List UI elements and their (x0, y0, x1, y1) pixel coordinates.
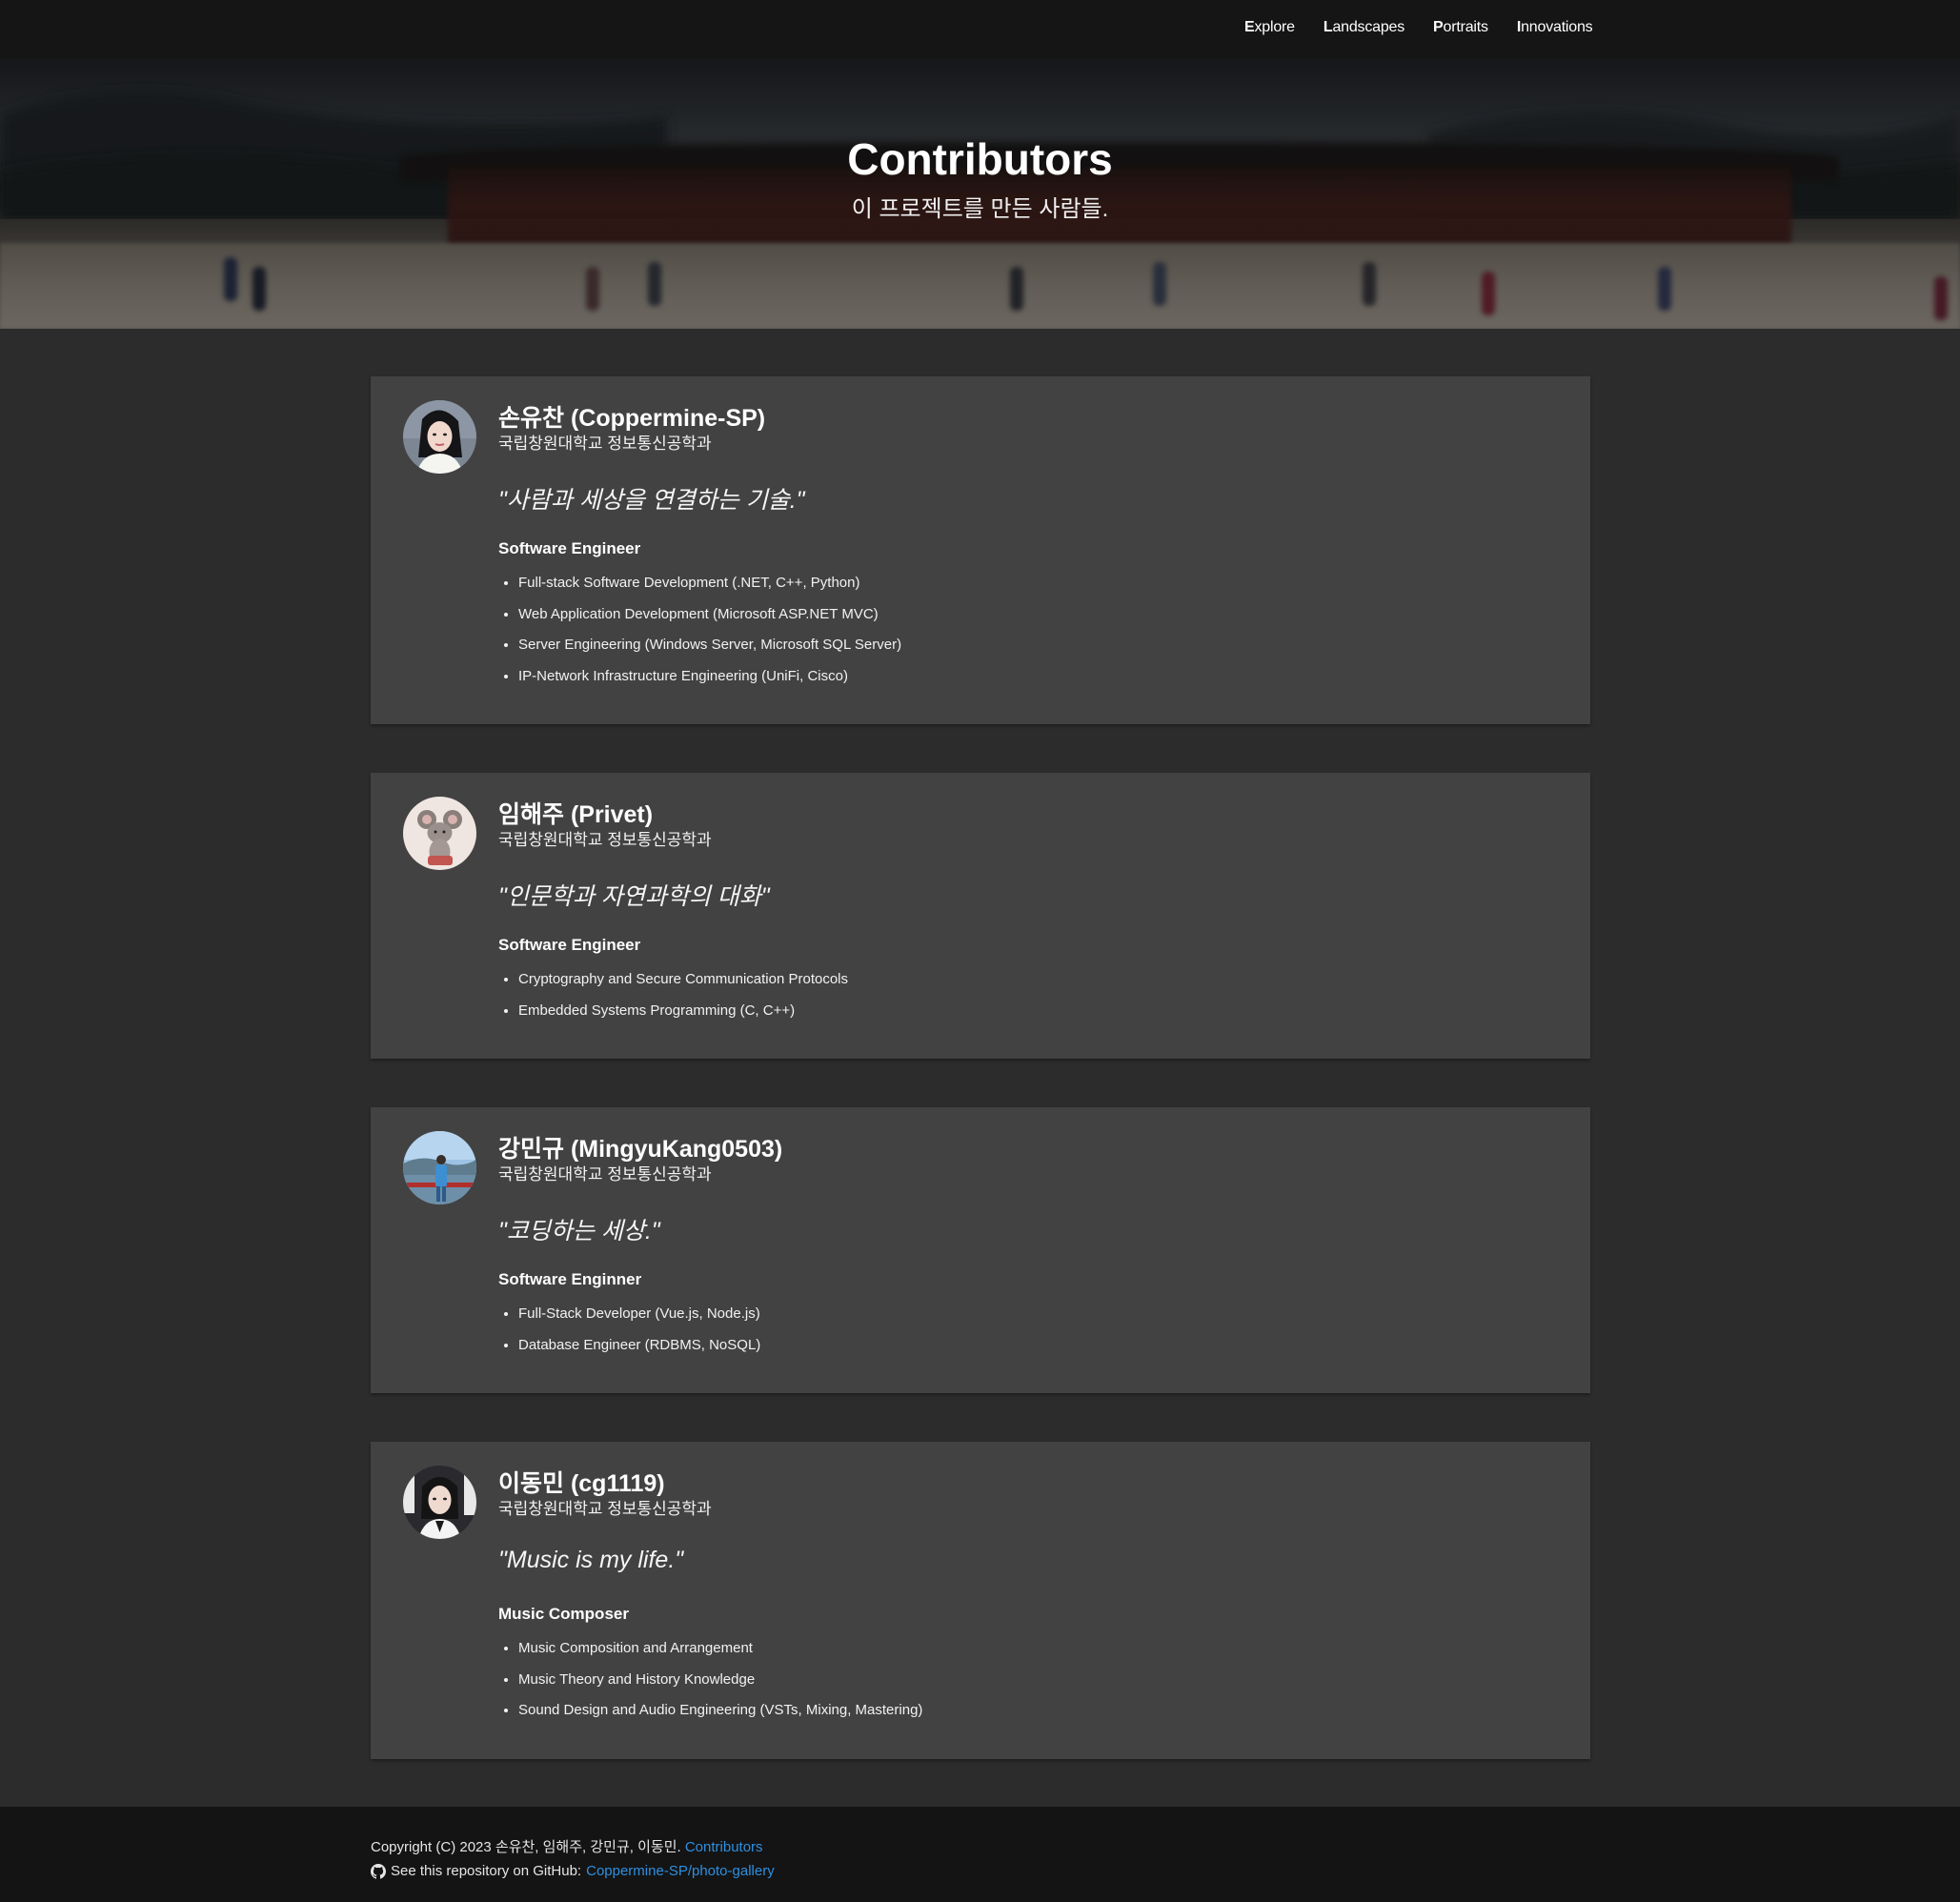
contributor-name: 손유찬 (Coppermine-SP) (498, 405, 766, 432)
footer: Copyright (C) 2023 손유찬, 임해주, 강민규, 이동민. C… (0, 1807, 1960, 1902)
avatar (403, 797, 476, 870)
avatar (403, 1466, 476, 1539)
contributor-card: 강민규 (MingyuKang0503) 국립창원대학교 정보통신공학과 "코딩… (371, 1107, 1590, 1393)
page-title: Contributors (847, 134, 1113, 184)
contributor-school: 국립창원대학교 정보통신공학과 (498, 435, 712, 453)
contributor-card: 손유찬 (Coppermine-SP) 국립창원대학교 정보통신공학과 "사람과… (371, 376, 1590, 724)
copyright-text: Copyright (C) 2023 손유찬, 임해주, 강민규, 이동민. (371, 1839, 681, 1855)
nav-portraits[interactable]: Portraits (1433, 19, 1488, 36)
contributor-name: 임해주 (Privet) (498, 801, 654, 828)
skill-item: Sound Design and Audio Engineering (VSTs… (518, 1702, 922, 1733)
footer-contributors-link[interactable]: Contributors (685, 1839, 763, 1855)
contributor-school: 국립창원대학교 정보통신공학과 (498, 1165, 712, 1184)
top-navbar: Explore Landscapes Portraits Innovations (0, 0, 1960, 59)
contributor-quote: "인문학과 자연과학의 대화" (498, 883, 770, 910)
skill-item: Database Engineer (RDBMS, NoSQL) (518, 1337, 760, 1368)
nav-innovations[interactable]: Innovations (1517, 19, 1593, 36)
contributor-role: Software Engineer (498, 936, 641, 954)
nav-landscapes[interactable]: Landscapes (1324, 19, 1404, 36)
contributor-role: Software Enginner (498, 1270, 642, 1288)
skill-list: Music Composition and Arrangement Music … (498, 1640, 922, 1733)
contributor-role: Music Composer (498, 1605, 629, 1623)
avatar (403, 1131, 476, 1204)
contributor-card: 이동민 (cg1119) 국립창원대학교 정보통신공학과 "Music is m… (371, 1442, 1590, 1759)
skill-list: Cryptography and Secure Communication Pr… (498, 971, 848, 1033)
skill-item: Server Engineering (Windows Server, Micr… (518, 637, 901, 668)
skill-item: Full-stack Software Development (.NET, C… (518, 575, 901, 606)
page-subtitle: 이 프로젝트를 만든 사람들. (851, 196, 1109, 222)
nav-explore[interactable]: Explore (1244, 19, 1295, 36)
github-icon (371, 1863, 386, 1879)
contributor-school: 국립창원대학교 정보통신공학과 (498, 831, 712, 849)
skill-item: Music Theory and History Knowledge (518, 1671, 922, 1703)
contributor-name: 강민규 (MingyuKang0503) (498, 1136, 783, 1163)
contributor-name: 이동민 (cg1119) (498, 1470, 665, 1497)
footer-copyright: Copyright (C) 2023 손유찬, 임해주, 강민규, 이동민. C… (371, 1836, 763, 1856)
skill-item: IP-Network Infrastructure Engineering (U… (518, 668, 901, 699)
skill-item: Cryptography and Secure Communication Pr… (518, 971, 848, 1002)
skill-item: Embedded Systems Programming (C, C++) (518, 1002, 848, 1034)
skill-list: Full-Stack Developer (Vue.js, Node.js) D… (498, 1305, 760, 1367)
contributor-quote: "Music is my life." (498, 1547, 684, 1573)
avatar (403, 400, 476, 474)
footer-repo: See this repository on GitHub: Coppermin… (371, 1863, 775, 1879)
repo-prefix-text: See this repository on GitHub: (391, 1863, 582, 1879)
contributor-role: Software Engineer (498, 539, 641, 557)
main-nav: Explore Landscapes Portraits Innovations (1244, 19, 1593, 36)
skill-item: Music Composition and Arrangement (518, 1640, 922, 1671)
contributor-quote: "코딩하는 세상." (498, 1218, 660, 1244)
contributor-school: 국립창원대학교 정보통신공학과 (498, 1500, 712, 1518)
skill-list: Full-stack Software Development (.NET, C… (498, 575, 901, 698)
skill-item: Web Application Development (Microsoft A… (518, 606, 901, 637)
footer-repo-link[interactable]: Coppermine-SP/photo-gallery (586, 1863, 775, 1879)
contributor-quote: "사람과 세상을 연결하는 기술." (498, 487, 805, 514)
contributor-card: 임해주 (Privet) 국립창원대학교 정보통신공학과 "인문학과 자연과학의… (371, 773, 1590, 1059)
skill-item: Full-Stack Developer (Vue.js, Node.js) (518, 1305, 760, 1337)
